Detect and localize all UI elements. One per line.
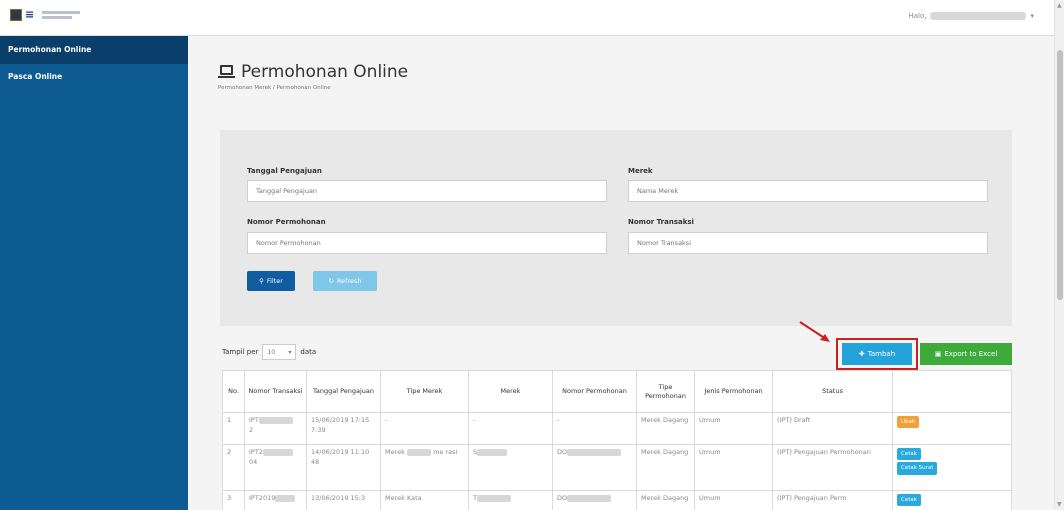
page-size-suffix: data [300,348,317,356]
cell-merek: - [468,412,553,445]
export-excel-button[interactable]: ▣ Export to Excel [920,343,1012,365]
table-row: 2 IPT2 04 14/06/2019 11:10 48 Merek me ra… [222,444,1012,491]
cell-tipe-permohonan: Merek Dagang [636,490,695,510]
sidebar: Permohonan Online Pasca Online [0,36,188,510]
nomor-permohonan-label: Nomor Permohonan [247,218,326,226]
col-header-tanggal-pengajuan[interactable]: Tanggal Pengajuan [306,370,381,413]
col-header-jenis-permohonan[interactable]: Jenis Permohonan [694,370,773,413]
nomor-transaksi-input[interactable] [628,232,988,254]
cell-status: (IPT) Pengajuan Perm [772,490,893,510]
cell-nomor-transaksi: IPT 2 [244,412,307,445]
emblem-icon [10,9,22,21]
cell-jenis: Umum [694,490,773,510]
search-icon: ⚲ [259,277,264,285]
nomor-transaksi-label: Nomor Transaksi [628,218,694,226]
col-header-tipe-permohonan[interactable]: Tipe Permohonan [636,370,695,413]
cell-actions: Cetak [892,490,1012,510]
page-size-select[interactable]: 10 ▾ [262,344,297,360]
cell-merek: S [468,444,553,491]
cell-status: (IPT) Draft [772,412,893,445]
page-title-text: Permohonan Online [241,62,409,82]
page-title: Permohonan Online [218,62,408,82]
greeting-text: Halo, [908,12,927,20]
cell-jenis: Umum [694,412,773,445]
col-header-status[interactable]: Status [772,370,893,413]
page-header: Permohonan Online Permohonan Merek / Per… [218,62,408,91]
tanggal-pengajuan-label: Tanggal Pengajuan [247,167,322,175]
print-button[interactable]: Cetak [897,448,921,461]
cell-tipe-merek: Merek Kata [380,490,469,510]
page-size-prefix: Tampil per [222,348,259,356]
col-header-merek[interactable]: Merek [468,370,553,413]
cell-tipe-permohonan: Merek Dagang [636,412,695,445]
chevron-down-icon: ▾ [288,348,292,356]
page-size-value: 10 [267,348,276,356]
djki-logo-icon: ≡ [25,8,35,21]
cell-merek: T [468,490,553,510]
col-header-tipe-merek[interactable]: Tipe Merek [380,370,469,413]
cell-no: 3 [222,490,245,510]
col-header-nomor-permohonan[interactable]: Nomor Permohonan [552,370,637,413]
scrollbar-thumb[interactable] [1057,50,1063,300]
user-name-redacted [930,12,1027,20]
refresh-icon: ↻ [328,277,334,285]
export-button-label: Export to Excel [944,350,998,358]
highlight-box-annotation [836,338,918,370]
table-row: 3 IPT2019 13/06/2019 15:3 Merek Kata T D… [222,490,1012,510]
refresh-button[interactable]: ↻ Refresh [313,271,377,291]
scroll-up-icon[interactable]: ▲ [1057,2,1062,9]
filter-button-label: Filter [266,277,283,285]
merek-input[interactable] [628,180,988,202]
cell-tipe-merek: Merek me rasi [380,444,469,491]
page-scrollbar[interactable]: ▲ ▼ [1054,0,1064,510]
cell-no: 1 [222,412,245,445]
refresh-button-label: Refresh [336,277,362,285]
cell-nomor-permohonan: DO [552,444,637,491]
cell-nomor-permohonan: DO [552,490,637,510]
sidebar-item-pasca-online[interactable]: Pasca Online [0,64,188,90]
cell-no: 2 [222,444,245,491]
permohonan-table: No. Nomor Transaksi Tanggal Pengajuan Ti… [222,370,1012,510]
edit-button[interactable]: Ubah [897,416,920,429]
cell-tipe-merek: - [380,412,469,445]
merek-label: Merek [628,167,653,175]
col-header-no[interactable]: No. [222,370,245,413]
tanggal-pengajuan-input[interactable] [247,180,607,202]
col-header-nomor-transaksi[interactable]: Nomor Transaksi [244,370,307,413]
col-header-actions [892,370,1012,413]
user-menu[interactable]: Halo, ▾ [908,12,1034,20]
excel-icon: ▣ [934,350,942,358]
filter-panel: Tanggal Pengajuan Merek Nomor Permohonan… [220,130,1012,326]
cell-tipe-permohonan: Merek Dagang [636,444,695,491]
cell-status: (IPT) Pengajuan Permohonan [772,444,893,491]
print-letter-button[interactable]: Cetak Surat [897,462,938,475]
laptop-icon [218,65,235,79]
top-bar: ≡ Halo, ▾ [0,0,1054,36]
cell-tanggal: 15/06/2019 17:15 7:39 [306,412,381,445]
sidebar-item-permohonan-online[interactable]: Permohonan Online [0,36,188,64]
cell-tanggal: 13/06/2019 15:3 [306,490,381,510]
cell-nomor-transaksi: IPT2019 [244,490,307,510]
logo-text-lines [42,11,80,19]
app-logo[interactable]: ≡ [10,9,80,21]
caret-down-icon: ▾ [1030,12,1034,20]
cell-jenis: Umum [694,444,773,491]
print-button[interactable]: Cetak [897,494,921,507]
page-size-control: Tampil per 10 ▾ data [222,344,316,360]
nomor-permohonan-input[interactable] [247,232,607,254]
table-row: 1 IPT 2 15/06/2019 17:15 7:39 - - - Merek… [222,412,1012,445]
scroll-down-icon[interactable]: ▼ [1057,501,1062,508]
cell-nomor-transaksi: IPT2 04 [244,444,307,491]
cell-tanggal: 14/06/2019 11:10 48 [306,444,381,491]
cell-actions: Cetak Cetak Surat [892,444,1012,491]
table-header-row: No. Nomor Transaksi Tanggal Pengajuan Ti… [222,370,1012,413]
cell-actions: Ubah [892,412,1012,445]
breadcrumb[interactable]: Permohonan Merek / Permohonan Online [218,85,408,91]
red-arrow-annotation-icon [799,321,830,342]
filter-button[interactable]: ⚲ Filter [247,271,295,291]
cell-nomor-permohonan: - [552,412,637,445]
